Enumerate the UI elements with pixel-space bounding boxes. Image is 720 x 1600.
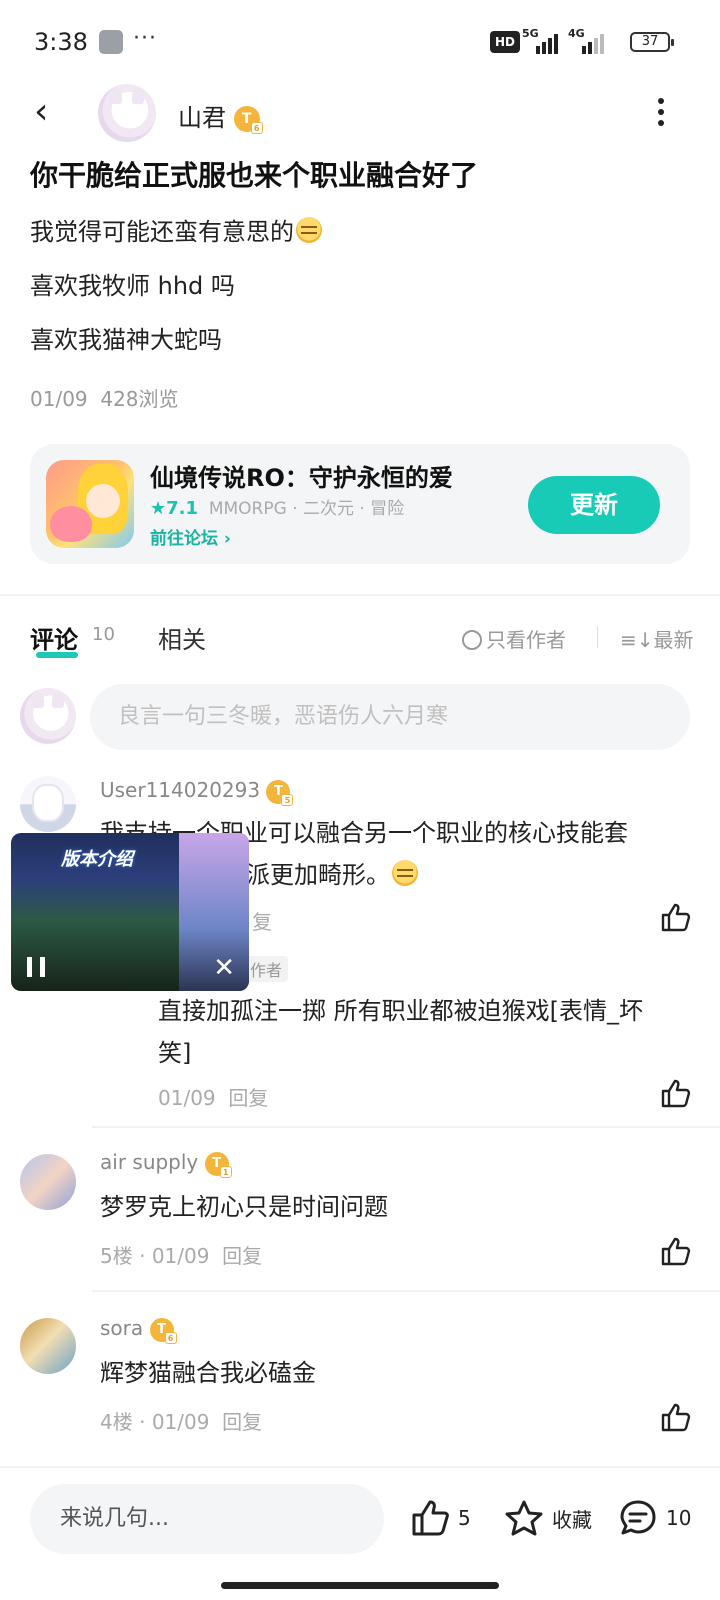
bottom-comment-input[interactable]: 来说几句... xyxy=(30,1484,384,1554)
comment-reply-link[interactable]: 复 xyxy=(252,906,272,935)
post-line-1: 我觉得可能还蛮有意思的 xyxy=(30,212,322,247)
favorite-label: 收藏 xyxy=(552,1507,592,1532)
favorite-button[interactable]: 收藏 xyxy=(504,1496,592,1540)
more-notifications-icon: ··· xyxy=(133,26,157,51)
author-only-toggle[interactable]: 只看作者 xyxy=(462,624,566,653)
comment-divider xyxy=(92,1126,720,1128)
home-indicator[interactable] xyxy=(221,1582,499,1589)
signal-5g-icon: 5G xyxy=(522,27,564,54)
reply-button[interactable]: 回复 xyxy=(222,1410,262,1434)
post-line-2: 喜欢我牧师 hhd 吗 xyxy=(30,272,235,300)
comment-input[interactable]: 良言一句三冬暖，恶语伤人六月寒 xyxy=(90,684,690,750)
thumbs-up-icon xyxy=(412,1500,449,1536)
post-title: 你干脆给正式服也来个职业融合好了 xyxy=(30,159,479,192)
comment-floor: 5楼 xyxy=(100,1244,133,1268)
floating-video-player[interactable]: 版本介绍 ✕ xyxy=(11,833,249,991)
pause-icon[interactable] xyxy=(27,957,45,977)
tab-comments[interactable]: 评论 xyxy=(30,620,78,655)
game-rating: 7.1 xyxy=(166,498,199,519)
status-time: 3:38 xyxy=(34,28,88,56)
tab-separator xyxy=(597,626,598,648)
author-avatar[interactable] xyxy=(98,84,156,142)
like-count: 5 xyxy=(458,1506,471,1530)
thumbs-up-icon[interactable] xyxy=(660,902,692,932)
reply-button[interactable]: 回复 xyxy=(222,1244,262,1268)
comment-username[interactable]: sora T6 xyxy=(100,1316,177,1344)
forum-link[interactable]: 前往论坛 › xyxy=(150,524,231,549)
comment-text: 辉梦猫融合我必磕金 xyxy=(100,1359,316,1387)
hd-icon: HD xyxy=(490,31,520,53)
comment-username[interactable]: User114020293 T5 xyxy=(100,778,294,806)
comment-date: 01/09 xyxy=(151,1244,210,1268)
comment-avatar[interactable] xyxy=(20,1318,76,1374)
game-meta: ★7.1 MMORPG · 二次元 · 冒险 xyxy=(150,494,404,519)
sort-latest-button[interactable]: ≡↓最新 xyxy=(620,624,694,653)
level-badge-icon: T6 xyxy=(233,106,263,134)
like-button[interactable]: 5 xyxy=(410,1496,471,1540)
grimace-emoji-icon xyxy=(296,217,322,243)
thumbs-up-icon[interactable] xyxy=(660,1236,692,1266)
active-tab-indicator xyxy=(36,652,78,658)
close-icon[interactable]: ✕ xyxy=(213,953,235,983)
game-tags: MMORPG · 二次元 · 冒险 xyxy=(208,499,405,519)
level-badge-icon: T5 xyxy=(266,779,294,806)
author-name[interactable]: 山君 T6 xyxy=(178,98,263,134)
reply-text: 直接加孤注一掷 所有职业都被迫猴戏[表情_坏 笑] xyxy=(158,997,643,1067)
post-date: 01/09 xyxy=(30,387,88,411)
level-badge-icon: T1 xyxy=(204,1151,232,1178)
post-meta: 01/09 428浏览 xyxy=(30,383,179,412)
comment-meta: 5楼 · 01/09 回复 xyxy=(100,1244,263,1268)
game-app-icon xyxy=(46,460,134,548)
wrench-icon xyxy=(99,30,123,54)
tab-related[interactable]: 相关 xyxy=(158,620,206,655)
post-views: 428浏览 xyxy=(100,387,179,411)
post-line-3: 喜欢我猫神大蛇吗 xyxy=(30,326,222,354)
video-banner: 版本介绍 xyxy=(61,849,133,870)
chevron-right-icon: › xyxy=(223,529,231,549)
comment-date: 01/09 xyxy=(151,1410,210,1434)
comment-divider xyxy=(92,1290,720,1292)
reply-author-tag: 作者 xyxy=(244,956,289,982)
battery-icon: 37 xyxy=(630,32,674,52)
comments-button[interactable]: 10 xyxy=(618,1496,691,1540)
grin-emoji-icon xyxy=(392,860,418,886)
comment-bubble-icon xyxy=(620,1500,656,1535)
thumbs-up-icon[interactable] xyxy=(660,1402,692,1432)
comments-count: 10 xyxy=(92,624,115,645)
game-name: 仙境传说RO：守护永恒的爱 xyxy=(150,464,453,492)
reply-date: 01/09 xyxy=(158,1086,216,1110)
status-bar: 3:38 ··· HD 5G 4G 37 xyxy=(0,0,720,84)
rating-star-icon: ★ xyxy=(150,498,167,519)
reply-button[interactable]: 回复 xyxy=(228,1086,268,1110)
comment-floor: 4楼 xyxy=(100,1410,133,1434)
comment-avatar[interactable] xyxy=(20,1154,76,1210)
level-badge-icon: T6 xyxy=(149,1317,177,1344)
signal-4g-icon: 4G xyxy=(568,27,610,54)
my-avatar xyxy=(20,688,76,744)
comment-avatar[interactable] xyxy=(20,776,76,832)
comments-total: 10 xyxy=(666,1506,692,1530)
reply-meta: 01/09 回复 xyxy=(158,1082,268,1111)
post-header: ‹ 山君 T6 xyxy=(0,84,720,146)
thumbs-up-icon[interactable] xyxy=(660,1078,692,1108)
radio-circle-icon xyxy=(462,630,482,650)
comment-meta: 4楼 · 01/09 回复 xyxy=(100,1410,263,1434)
comment-username[interactable]: air supply T1 xyxy=(100,1150,232,1178)
bottom-action-bar: 来说几句... 5 收藏 10 xyxy=(0,1466,720,1600)
update-button[interactable]: 更新 xyxy=(528,476,660,534)
star-icon xyxy=(505,1500,543,1536)
sort-icon: ≡↓ xyxy=(620,628,654,652)
back-arrow-icon[interactable]: ‹ xyxy=(34,92,48,132)
comment-tabs: 评论 10 相关 只看作者 ≡↓最新 xyxy=(0,620,720,660)
section-divider xyxy=(0,594,720,596)
game-card[interactable]: 仙境传说RO：守护永恒的爱 ★7.1 MMORPG · 二次元 · 冒险 前往论… xyxy=(30,444,690,564)
comment-text: 梦罗克上初心只是时间问题 xyxy=(100,1193,388,1221)
more-options-icon[interactable] xyxy=(658,98,664,126)
